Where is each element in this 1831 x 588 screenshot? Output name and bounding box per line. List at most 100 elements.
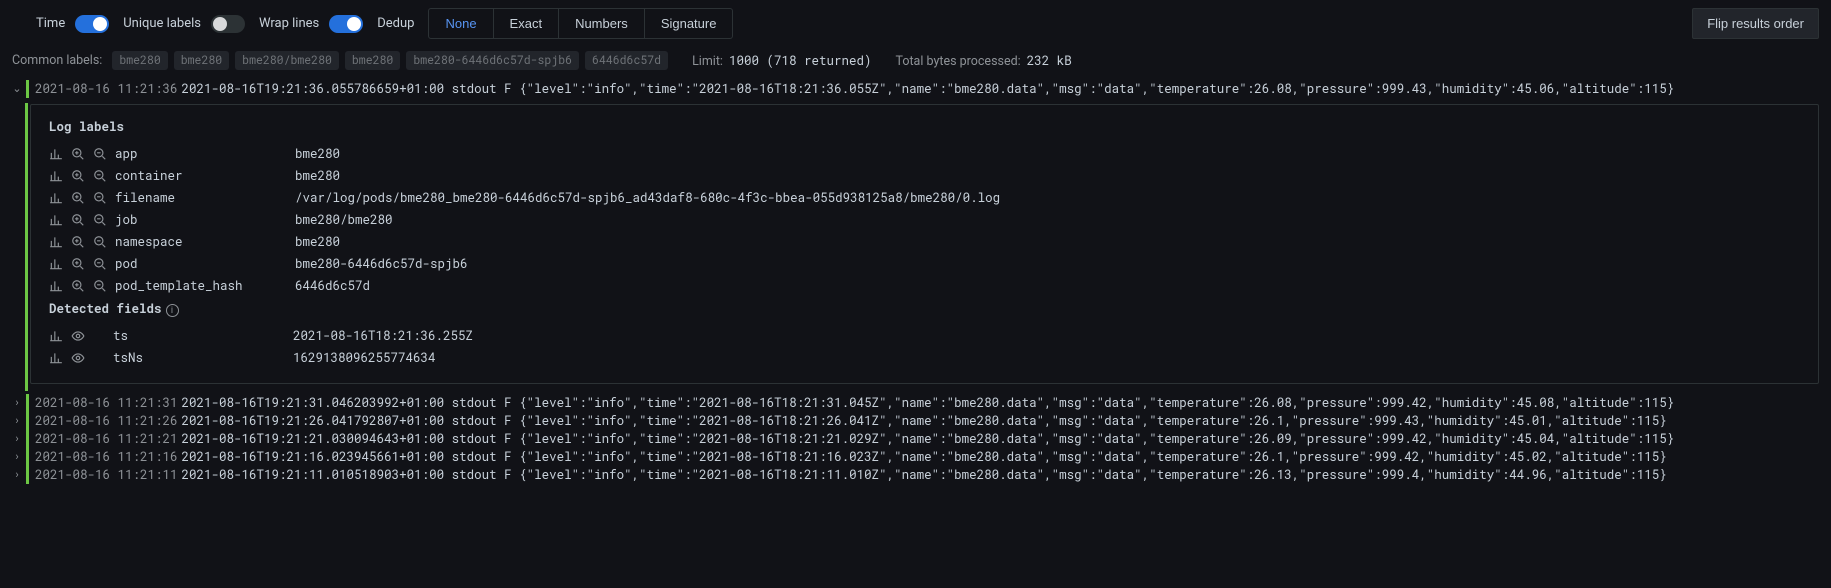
filter-out-icon[interactable] [93, 165, 115, 187]
filter-out-icon[interactable] [93, 143, 115, 165]
opt-unique-labels: Unique labels [123, 15, 245, 33]
stats-icon[interactable] [49, 231, 71, 253]
label-key: pod [115, 253, 295, 275]
chevron-right-icon[interactable]: › [12, 448, 22, 466]
dedup-exact[interactable]: Exact [494, 9, 560, 38]
toggle-unique-labels[interactable] [211, 15, 245, 33]
log-labels-title: Log labels [49, 119, 1800, 135]
stats-icon[interactable] [49, 209, 71, 231]
filter-for-icon[interactable] [71, 231, 93, 253]
level-bar [26, 80, 29, 98]
stats-icon[interactable] [49, 325, 71, 347]
log-toolbar: Time Unique labels Wrap lines Dedup None… [0, 0, 1831, 47]
field-value: 2021-08-16T18:21:36.255Z [293, 325, 481, 347]
log-message: 2021-08-16T19:21:21.030094643+01:00 stdo… [182, 430, 1675, 448]
opt-wrap-lines-label: Wrap lines [259, 16, 319, 31]
info-icon[interactable]: i [166, 304, 179, 317]
chevron-right-icon[interactable]: › [12, 466, 22, 484]
log-row[interactable]: ⌄2021-08-16 11:21:36 2021-08-16T19:21:36… [12, 80, 1819, 98]
filter-for-icon[interactable] [71, 209, 93, 231]
label-row: job bme280/bme280 [49, 209, 1008, 231]
level-bar [26, 466, 29, 484]
label-value: bme280 [295, 143, 1008, 165]
stats-icon[interactable] [49, 187, 71, 209]
log-details: Log labels app bme280 container bme280 f… [30, 104, 1819, 384]
log-row[interactable]: › 2021-08-16 11:21:11 2021-08-16T19:21:11… [12, 466, 1819, 484]
label-value: 6446d6c57d [295, 275, 1008, 297]
log-row[interactable]: ›2021-08-16 11:21:26 2021-08-16T19:21:26… [12, 412, 1819, 430]
show-field-icon[interactable] [71, 347, 93, 369]
opt-time: Time [36, 15, 109, 33]
chevron-right-icon[interactable]: › [12, 412, 22, 430]
level-bar [26, 448, 29, 466]
common-labels-label: Common labels: [12, 53, 102, 68]
filter-for-icon[interactable] [71, 253, 93, 275]
stats-icon[interactable] [49, 143, 71, 165]
field-row: tsNs 1629138096255774634 [49, 347, 481, 369]
label-value: bme280 [295, 231, 1008, 253]
bytes-label: Total bytes processed: [895, 54, 1020, 69]
field-key: ts [113, 325, 293, 347]
dedup-signature[interactable]: Signature [645, 9, 733, 38]
label-row: container bme280 [49, 165, 1008, 187]
show-field-icon[interactable] [71, 325, 93, 347]
meta-row: Common labels: bme280 bme280 bme280/bme280… [0, 47, 1831, 80]
common-label-chip: bme280/bme280 [235, 51, 339, 70]
chevron-right-icon[interactable]: › [12, 430, 22, 448]
log-timestamp: 2021-08-16 11:21:16 [35, 448, 178, 466]
filter-for-icon[interactable] [71, 187, 93, 209]
common-label-chip: 6446d6c57d [585, 51, 668, 70]
label-key: namespace [115, 231, 295, 253]
log-message: 2021-08-16T19:21:11.010518903+01:00 stdo… [182, 466, 1667, 484]
log-row[interactable]: ›2021-08-16 11:21:31 2021-08-16T19:21:31… [12, 394, 1819, 412]
stats-icon[interactable] [49, 165, 71, 187]
dedup-none[interactable]: None [429, 9, 493, 38]
level-bar [25, 103, 28, 391]
log-message: 2021-08-16T19:21:26.041792807+01:00 stdo… [182, 412, 1667, 430]
common-label-chip: bme280-6446d6c57d-spjb6 [406, 51, 579, 70]
log-timestamp: 2021-08-16 11:21:21 [35, 430, 178, 448]
log-timestamp: 2021-08-16 11:21:31 [35, 394, 178, 412]
common-label-chip: bme280 [345, 51, 400, 70]
log-message: 2021-08-16T19:21:36.055786659+01:00 stdo… [182, 80, 1675, 98]
stats-icon[interactable] [49, 347, 71, 369]
label-key: pod_template_hash [115, 275, 295, 297]
level-bar [26, 394, 29, 412]
filter-out-icon[interactable] [93, 209, 115, 231]
filter-out-icon[interactable] [93, 253, 115, 275]
label-row: pod bme280-6446d6c57d-spjb6 [49, 253, 1008, 275]
label-value: /var/log/pods/bme280_bme280-6446d6c57d-s… [295, 187, 1008, 209]
filter-for-icon[interactable] [71, 143, 93, 165]
filter-out-icon[interactable] [93, 187, 115, 209]
filter-for-icon[interactable] [71, 275, 93, 297]
stats-icon[interactable] [49, 275, 71, 297]
detected-fields-title: Detected fieldsi [49, 301, 1800, 317]
common-label-chip: bme280 [112, 51, 167, 70]
label-key: container [115, 165, 295, 187]
label-row: namespace bme280 [49, 231, 1008, 253]
chevron-down-icon[interactable]: ⌄ [12, 80, 22, 98]
dedup-numbers[interactable]: Numbers [559, 9, 645, 38]
log-timestamp: 2021-08-16 11:21:11 [35, 466, 178, 484]
toggle-time[interactable] [75, 15, 109, 33]
log-row[interactable]: ›2021-08-16 11:21:16 2021-08-16T19:21:16… [12, 448, 1819, 466]
label-value: bme280-6446d6c57d-spjb6 [295, 253, 1008, 275]
opt-dedup: Dedup None Exact Numbers Signature [377, 8, 733, 39]
toggle-wrap-lines[interactable] [329, 15, 363, 33]
bytes-value: 232 kB [1027, 53, 1072, 69]
stats-icon[interactable] [49, 253, 71, 275]
field-row: ts 2021-08-16T18:21:36.255Z [49, 325, 481, 347]
flip-results-button[interactable]: Flip results order [1692, 8, 1819, 39]
filter-for-icon[interactable] [71, 165, 93, 187]
opt-time-label: Time [36, 16, 65, 31]
label-row: filename /var/log/pods/bme280_bme280-644… [49, 187, 1008, 209]
logs-panel: ⌄2021-08-16 11:21:36 2021-08-16T19:21:36… [0, 80, 1831, 492]
label-value: bme280/bme280 [295, 209, 1008, 231]
chevron-right-icon[interactable]: › [12, 394, 22, 412]
filter-out-icon[interactable] [93, 275, 115, 297]
log-row[interactable]: › 2021-08-16 11:21:21 2021-08-16T19:21:21… [12, 430, 1819, 448]
opt-dedup-label: Dedup [377, 16, 414, 31]
filter-out-icon[interactable] [93, 231, 115, 253]
limit-label: Limit: [692, 54, 723, 69]
common-label-chip: bme280 [174, 51, 229, 70]
